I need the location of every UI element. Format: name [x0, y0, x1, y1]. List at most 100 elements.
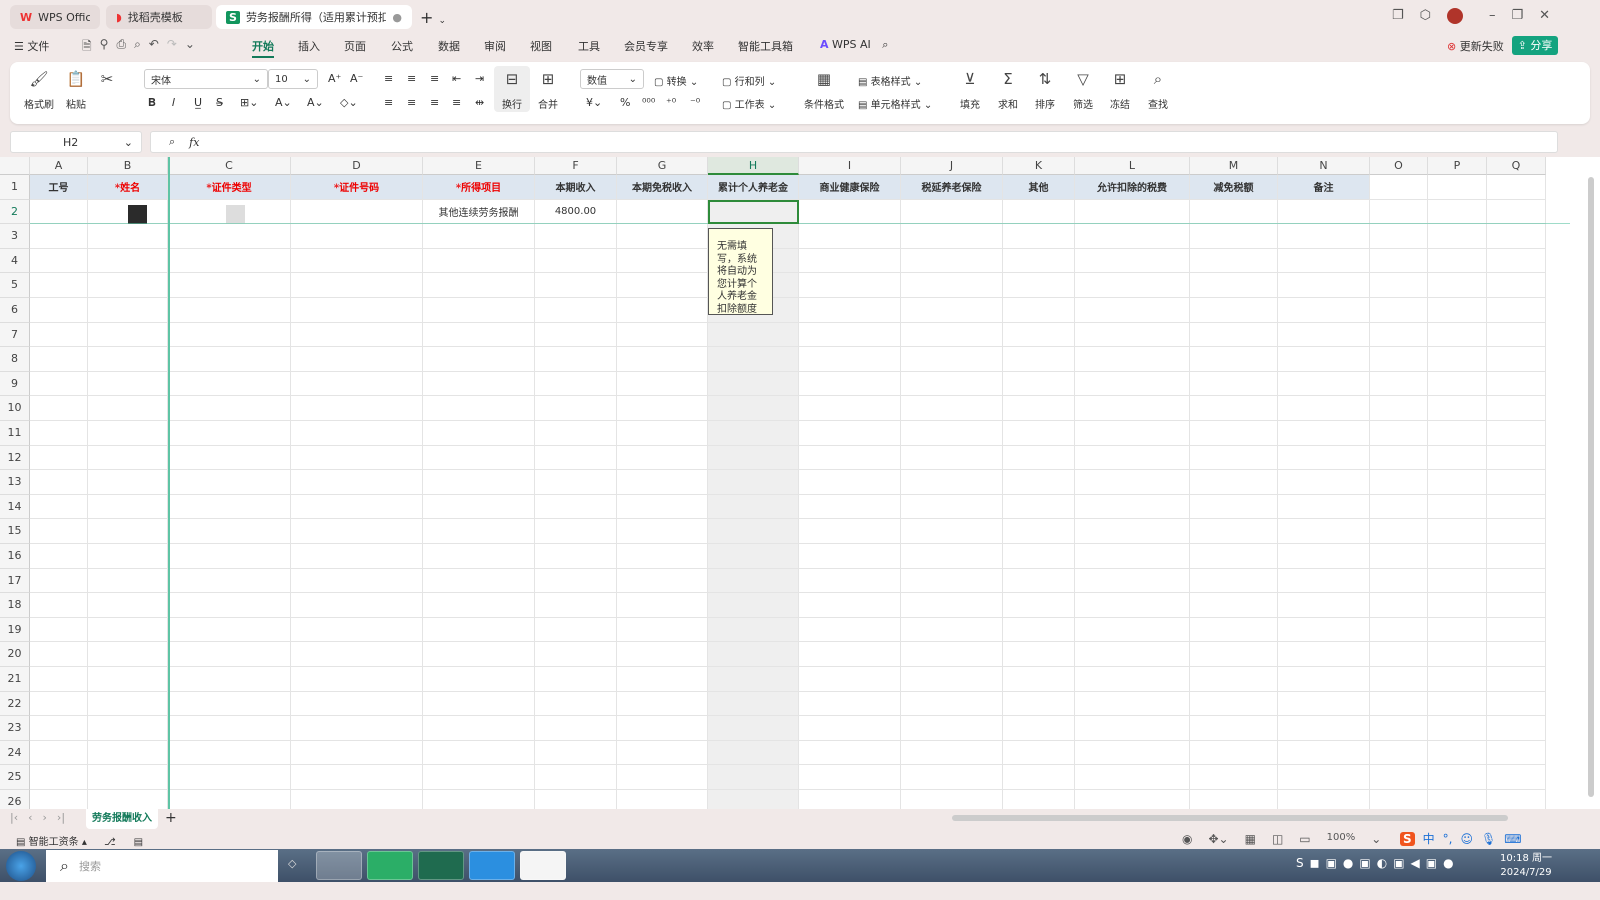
align-bottom-icon[interactable]: ≡ [430, 72, 439, 85]
cell[interactable] [291, 765, 423, 790]
cell[interactable] [1428, 544, 1487, 569]
cell[interactable] [291, 273, 423, 298]
cell[interactable] [535, 544, 617, 569]
cell[interactable] [799, 322, 901, 348]
cell[interactable] [708, 396, 799, 421]
cell[interactable] [1370, 593, 1428, 618]
cell[interactable] [708, 322, 799, 348]
cell[interactable] [1370, 494, 1428, 520]
cell[interactable] [1003, 691, 1075, 717]
cell[interactable] [1278, 199, 1370, 225]
thousands-icon[interactable]: ⁰⁰⁰ [642, 96, 655, 109]
cell[interactable] [1278, 298, 1370, 323]
cell[interactable] [1278, 716, 1370, 741]
column-header[interactable]: B [88, 157, 168, 175]
cell[interactable] [617, 740, 708, 766]
borders-icon[interactable]: ⊞⌄ [240, 96, 258, 109]
cell[interactable] [1003, 224, 1075, 249]
row-header[interactable]: 5 [0, 273, 30, 298]
cell[interactable] [1003, 273, 1075, 298]
formula-input[interactable]: ⌕ fx [150, 131, 1558, 153]
cell[interactable] [423, 421, 535, 446]
underline-icon[interactable]: U̲ [194, 96, 202, 109]
cell[interactable] [88, 519, 168, 544]
cell[interactable] [1075, 445, 1190, 471]
cell[interactable] [88, 224, 168, 249]
cell[interactable] [799, 765, 901, 790]
cell_style-button[interactable]: ▤ 单元格样式 ⌄ [858, 96, 932, 111]
cell[interactable] [1003, 642, 1075, 667]
add-sheet-button[interactable]: + [165, 810, 177, 826]
menu-3[interactable]: 页面 [344, 38, 366, 54]
cell[interactable] [708, 691, 799, 717]
row-header[interactable]: 12 [0, 445, 30, 471]
clock[interactable]: 10:18 周一 2024/7/29 [1500, 852, 1552, 880]
cell[interactable] [291, 740, 423, 766]
cell[interactable] [30, 347, 88, 372]
font-family-select[interactable]: 宋体 ⌄ [144, 69, 268, 89]
cell[interactable] [1278, 273, 1370, 298]
last-sheet-icon[interactable]: ›| [57, 811, 65, 824]
sheet-nav[interactable]: |‹ ‹ › ›| [10, 811, 65, 824]
cell[interactable] [1487, 199, 1546, 225]
cell[interactable] [1278, 642, 1370, 667]
redo-icon[interactable]: ↷ [167, 37, 177, 58]
tab-close-dot[interactable]: ● [392, 11, 402, 24]
cell[interactable] [168, 224, 291, 249]
cell[interactable] [1003, 347, 1075, 372]
cell[interactable] [1428, 445, 1487, 471]
cell[interactable] [1370, 298, 1428, 323]
cell[interactable] [423, 248, 535, 274]
column-header[interactable]: N [1278, 157, 1370, 175]
cell[interactable] [291, 298, 423, 323]
cell[interactable] [291, 199, 423, 225]
cell[interactable] [617, 765, 708, 790]
clear-icon[interactable]: ◇⌄ [340, 96, 358, 109]
cell[interactable] [30, 617, 88, 643]
cell[interactable] [901, 642, 1003, 667]
cell[interactable] [168, 396, 291, 421]
row-header[interactable]: 14 [0, 494, 30, 520]
cell[interactable] [1428, 298, 1487, 323]
cell[interactable] [88, 790, 168, 809]
cell[interactable] [1487, 667, 1546, 692]
close-button[interactable]: ✕ [1539, 8, 1550, 24]
cell[interactable] [1428, 371, 1487, 397]
header-cell[interactable]: 工号 [30, 175, 88, 200]
cell[interactable] [168, 421, 291, 446]
cell[interactable] [535, 371, 617, 397]
cell[interactable] [1278, 691, 1370, 717]
cell[interactable] [708, 790, 799, 809]
menu-7[interactable]: 视图 [530, 38, 552, 54]
cell[interactable] [1370, 199, 1428, 225]
cell[interactable] [291, 716, 423, 741]
row-header[interactable]: 17 [0, 568, 30, 594]
cell[interactable] [30, 248, 88, 274]
cell[interactable] [1487, 347, 1546, 372]
column-header[interactable]: I [799, 157, 901, 175]
cell[interactable] [423, 568, 535, 594]
cell[interactable] [1428, 593, 1487, 618]
share-button[interactable]: ⇪ 分享 [1512, 36, 1558, 55]
cell[interactable] [1075, 298, 1190, 323]
cell[interactable] [1075, 568, 1190, 594]
justify-icon[interactable]: ≡ [452, 96, 461, 109]
cell[interactable] [30, 667, 88, 692]
row-header[interactable]: 2 [0, 199, 30, 225]
cell[interactable] [799, 617, 901, 643]
cell[interactable] [291, 371, 423, 397]
cell[interactable] [799, 691, 901, 717]
cell[interactable] [535, 248, 617, 274]
cell[interactable] [799, 519, 901, 544]
cell[interactable] [799, 740, 901, 766]
cell[interactable] [708, 716, 799, 741]
cell[interactable] [423, 494, 535, 520]
cell[interactable] [1003, 371, 1075, 397]
cell[interactable] [617, 519, 708, 544]
minimize-button[interactable]: – [1489, 8, 1496, 24]
taskbar-browser[interactable] [469, 851, 515, 880]
cell[interactable] [423, 790, 535, 809]
cell[interactable] [1370, 273, 1428, 298]
menu-8[interactable]: 工具 [578, 38, 600, 54]
cell[interactable] [1190, 248, 1278, 274]
